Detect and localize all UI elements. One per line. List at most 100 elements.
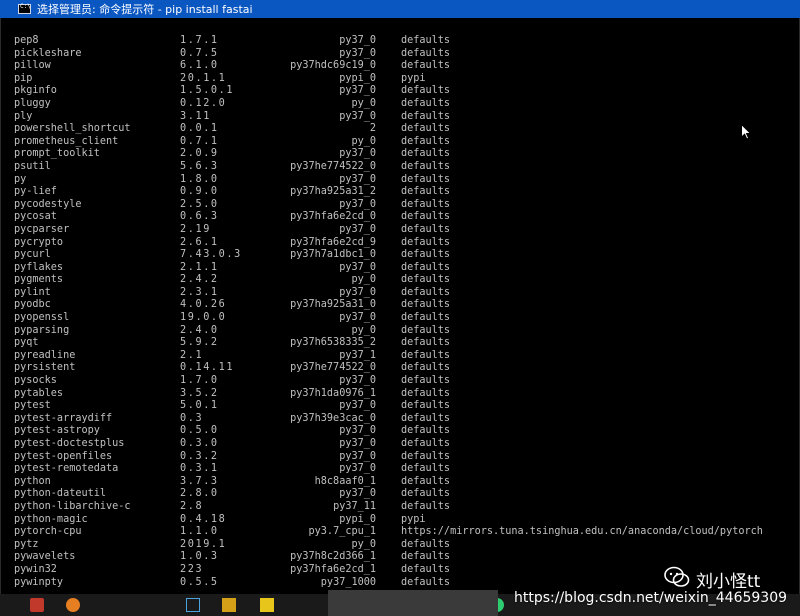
- package-name: pytest-openfiles: [14, 450, 113, 462]
- package-row: pylint 2.3.1 py37_0 defaults: [14, 287, 794, 300]
- package-build: py37_1000: [320, 576, 376, 588]
- package-row: pytables 3.5.2 py37h1da0976_1 defaults: [14, 388, 794, 401]
- package-name: pycodestyle: [14, 198, 82, 210]
- window-title: 选择管理员: 命令提示符 - pip install fastai: [37, 3, 253, 16]
- package-version: 5.9.2: [180, 337, 219, 349]
- package-build: py37_0: [339, 488, 376, 500]
- package-build: py37he774522_0: [290, 160, 376, 172]
- package-version: 0.6.3: [180, 211, 219, 223]
- package-version: 0.5.5: [180, 576, 219, 588]
- package-name: pycosat: [14, 211, 57, 223]
- package-row: pytz 2019.1 py_0 defaults: [14, 539, 794, 552]
- package-build: py37_0: [339, 223, 376, 235]
- taskbar-browser-icon[interactable]: [66, 598, 80, 612]
- package-build: py37h1da0976_1: [290, 387, 376, 399]
- package-name: pip: [14, 72, 33, 84]
- package-channel: defaults: [401, 286, 451, 298]
- package-row: prompt_toolkit 2.0.9 py37_0 defaults: [14, 148, 794, 161]
- package-name: py: [14, 173, 27, 185]
- package-channel: defaults: [401, 261, 451, 273]
- package-channel: defaults: [401, 324, 451, 336]
- package-channel: defaults: [401, 488, 451, 500]
- package-version: 20.1.1: [180, 72, 227, 84]
- package-row: prometheus_client 0.7.1 py_0 defaults: [14, 136, 794, 149]
- package-name: python-libarchive-c: [14, 500, 131, 512]
- taskbar-window-icon[interactable]: [186, 598, 200, 612]
- package-version: 2.6.1: [180, 236, 219, 248]
- package-name: pytables: [14, 387, 64, 399]
- package-version: 1.7.0: [180, 375, 219, 387]
- package-channel: defaults: [401, 576, 451, 588]
- package-name: psutil: [14, 160, 51, 172]
- package-name: pytest: [14, 400, 51, 412]
- package-channel: defaults: [401, 337, 451, 349]
- package-build: py_0: [351, 135, 376, 147]
- package-build: py37hdc69c19_0: [290, 60, 376, 72]
- package-row: pyparsing 2.4.0 py_0 defaults: [14, 325, 794, 338]
- package-channel: pypi: [401, 513, 426, 525]
- package-name: pickleshare: [14, 47, 82, 59]
- package-build: pypi_0: [339, 513, 376, 525]
- taskbar-active-app[interactable]: [328, 590, 498, 616]
- package-build: py37_11: [333, 500, 376, 512]
- package-channel: defaults: [401, 148, 451, 160]
- package-build: 2: [369, 123, 376, 135]
- package-version: 2019.1: [180, 538, 227, 550]
- package-name: pytest-arraydiff: [14, 412, 113, 424]
- package-row: pycosat 0.6.3 py37hfa6e2cd_0 defaults: [14, 211, 794, 224]
- package-channel: defaults: [401, 425, 451, 437]
- taskbar-app-icon[interactable]: [30, 598, 44, 612]
- package-version: 2.4.2: [180, 274, 219, 286]
- package-channel: defaults: [401, 135, 451, 147]
- package-version: 5.0.1: [180, 400, 219, 412]
- package-version: 0.3.2: [180, 450, 219, 462]
- package-version: 0.3: [180, 412, 204, 424]
- taskbar-files-icon[interactable]: [260, 598, 274, 612]
- package-channel: defaults: [401, 198, 451, 210]
- package-version: 1.1.0: [180, 526, 219, 538]
- package-version: 6.1.0: [180, 60, 219, 72]
- package-name: pywavelets: [14, 551, 76, 563]
- package-version: 1.7.1: [180, 35, 219, 46]
- package-name: pytest-doctestplus: [14, 438, 125, 449]
- package-row: pyopenssl 19.0.0 py37_0 defaults: [14, 312, 794, 325]
- console-output[interactable]: pep8 1.7.1 py37_0 defaults pickleshare 0.7.5 p…: [14, 35, 794, 589]
- package-channel: defaults: [401, 463, 451, 475]
- package-name: python-magic: [14, 513, 88, 525]
- title-bar[interactable]: 选择管理员: 命令提示符 - pip install fastai: [0, 0, 800, 18]
- package-version: 0.3.0: [180, 438, 219, 449]
- package-name: pyflakes: [14, 261, 64, 273]
- package-channel: defaults: [401, 450, 451, 462]
- package-channel: defaults: [401, 387, 451, 399]
- package-build: py37hfa6e2cd_9: [290, 236, 376, 248]
- package-name: pytest-astropy: [14, 425, 100, 437]
- package-row: pytest-arraydiff 0.3 py37h39e3cac_0 default…: [14, 413, 794, 426]
- package-row: pycurl 7.43.0.3 py37h7a1dbc1_0 defaults: [14, 249, 794, 262]
- package-channel: defaults: [401, 186, 451, 198]
- package-row: pillow 6.1.0 py37hdc69c19_0 defaults: [14, 60, 794, 73]
- package-row: pytest-doctestplus 0.3.0 py37_0 defaults: [14, 438, 794, 451]
- package-row: python-magic 0.4.18 pypi_0 pypi: [14, 514, 794, 527]
- taskbar-folder-icon[interactable]: [222, 598, 236, 612]
- package-channel: defaults: [401, 47, 451, 59]
- package-version: 2.19: [180, 223, 211, 235]
- package-row: pyqt 5.9.2 py37h6538335_2 defaults: [14, 337, 794, 350]
- package-row: pytest-remotedata 0.3.1 py37_0 defaults: [14, 463, 794, 476]
- package-build: py3.7_cpu_1: [308, 526, 376, 538]
- package-build: py37_0: [339, 47, 376, 59]
- package-name: pylint: [14, 286, 51, 298]
- package-row: pyrsistent 0.14.11 py37he774522_0 defaults: [14, 362, 794, 375]
- package-version: 3.7.3: [180, 475, 219, 487]
- package-version: 5.6.3: [180, 160, 219, 172]
- package-build: py37ha925a31_2: [290, 186, 376, 198]
- package-row: pyreadline 2.1 py37_1 defaults: [14, 350, 794, 363]
- package-row: pyflakes 2.1.1 py37_0 defaults: [14, 262, 794, 275]
- package-name: python: [14, 475, 51, 487]
- package-build: py37_0: [339, 400, 376, 412]
- package-name: pyrsistent: [14, 362, 76, 374]
- package-version: 1.8.0: [180, 173, 219, 185]
- package-version: 0.9.0: [180, 186, 219, 198]
- package-build: py37h39e3cac_0: [290, 412, 376, 424]
- package-version: 1.5.0.1: [180, 85, 235, 97]
- package-build: py37hfa6e2cd_0: [290, 211, 376, 223]
